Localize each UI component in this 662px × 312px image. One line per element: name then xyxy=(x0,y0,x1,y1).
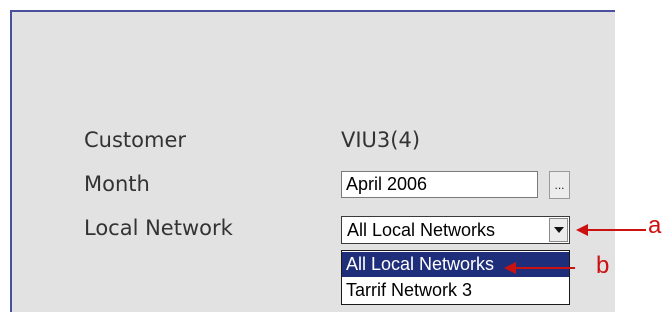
callout-label-b: b xyxy=(596,252,610,279)
callout-arrows xyxy=(504,224,646,274)
callout-label-a: a xyxy=(648,212,662,239)
callout-arrow-b xyxy=(504,262,575,274)
callout-arrow-a xyxy=(576,224,646,236)
